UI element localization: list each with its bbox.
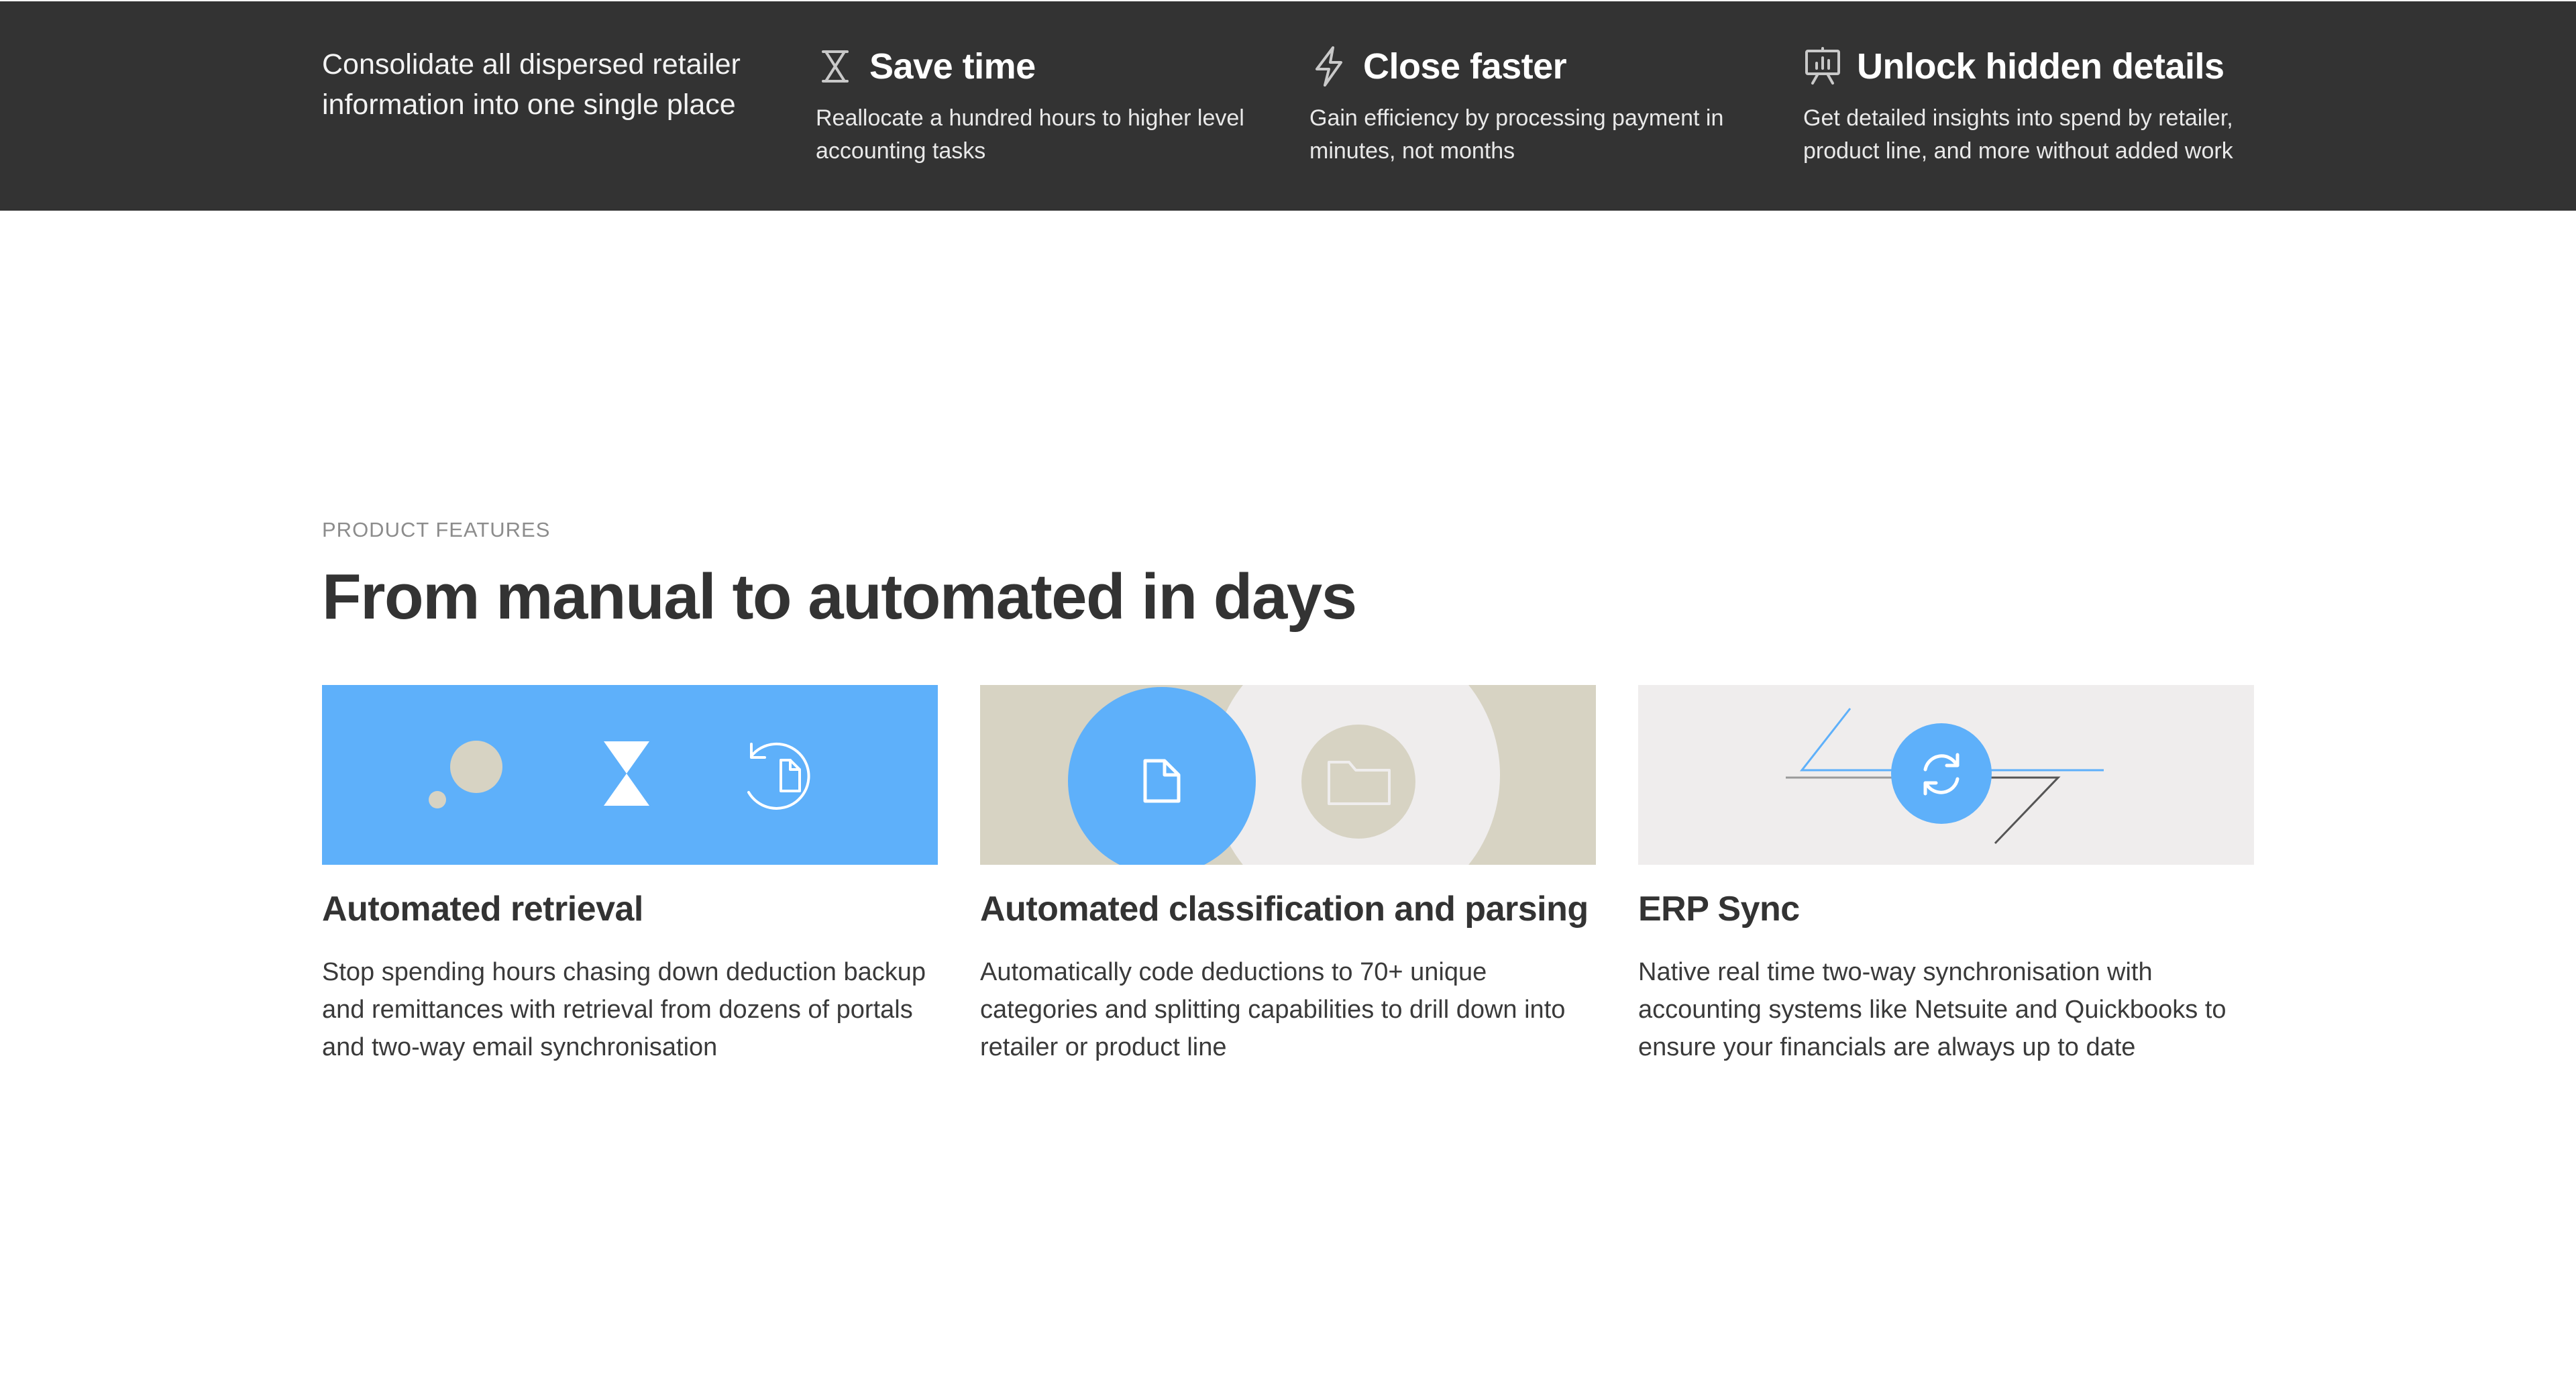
- benefit-description: Get detailed insights into spend by reta…: [1803, 105, 2233, 164]
- benefit-description: Gain efficiency by processing payment in…: [1309, 105, 1724, 164]
- feature-card-classification: Automated classification and parsing Aut…: [980, 685, 1596, 1066]
- feature-description: Stop spending hours chasing down deducti…: [322, 958, 926, 1061]
- benefit-description: Reallocate a hundred hours to higher lev…: [816, 105, 1244, 164]
- small-dot-shape: [429, 791, 446, 808]
- feature-description: Automatically code deductions to 70+ uni…: [980, 958, 1566, 1061]
- feature-illustration: [322, 685, 938, 865]
- benefit-title: Save time: [869, 46, 1036, 87]
- benefit-close-faster: Close faster Gain efficiency by processi…: [1309, 43, 1766, 168]
- feature-illustration: [980, 685, 1596, 865]
- lightning-icon: [1309, 46, 1348, 87]
- large-dot-shape: [450, 741, 502, 793]
- folder-circle-shape: [1301, 725, 1415, 839]
- feature-description: Native real time two-way synchronisation…: [1638, 958, 2226, 1061]
- sync-circle-shape: [1891, 723, 1992, 824]
- feature-title: Automated classification and parsing: [980, 890, 1589, 929]
- feature-card-erp-sync: ERP Sync Native real time two-way synchr…: [1638, 685, 2254, 1066]
- section-eyebrow: PRODUCT FEATURES: [322, 518, 551, 541]
- feature-title: Automated retrieval: [322, 890, 643, 929]
- history-document-icon: [747, 742, 810, 810]
- benefit-title: Unlock hidden details: [1857, 46, 2224, 87]
- hourglass-icon: [816, 47, 855, 86]
- presentation-chart-icon: [1803, 47, 1842, 86]
- feature-card-retrieval: Automated retrieval Stop spending hours …: [322, 685, 938, 1066]
- benefit-title: Close faster: [1363, 46, 1567, 87]
- feature-title: ERP Sync: [1638, 890, 1800, 929]
- intro-text: Consolidate all dispersed retailer infor…: [322, 48, 741, 121]
- feature-illustration: [1638, 685, 2254, 865]
- benefit-save-time: Save time Reallocate a hundred hours to …: [816, 43, 1272, 168]
- section-headline: From manual to automated in days: [322, 561, 1357, 633]
- benefit-unlock-details: Unlock hidden details Get detailed insig…: [1803, 43, 2259, 168]
- hourglass-icon: [604, 741, 649, 806]
